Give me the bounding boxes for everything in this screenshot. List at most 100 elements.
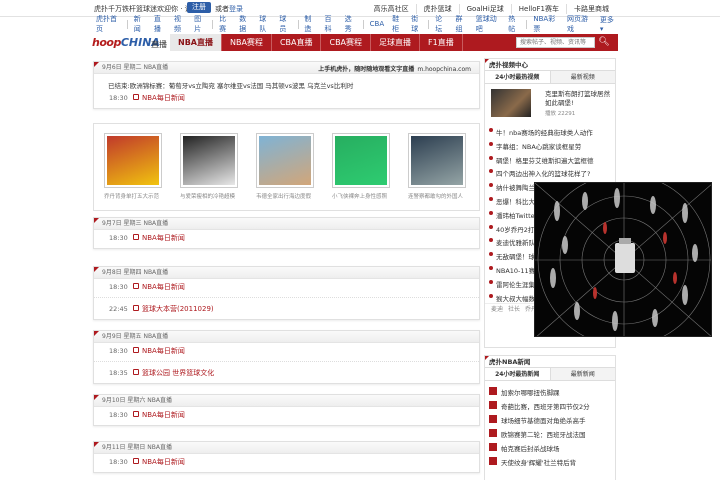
nav-link[interactable]: 球员 [275,14,295,34]
search-input[interactable] [516,37,595,48]
tab-live-3[interactable]: CBA赛程 [321,34,372,51]
news-title[interactable]: 球场细节基德面对角绝杀高手 [501,415,586,425]
nav-link[interactable]: 制造 [300,14,320,34]
site-link[interactable]: 高乐高社区 [367,4,416,14]
gallery-caption[interactable]: 乔丹背身单打五大示范 [104,192,166,200]
nba-news: 虎扑NBA新闻 24小时最热新闻 最新新闻 加索尔哪哪扭伤脚踝 奇葩比赛，西班牙第… [484,355,616,480]
gallery-caption[interactable]: 与爱荣瘦相的冷艳超模 [180,192,242,200]
nav-link[interactable]: 虎扑首页 [92,14,125,34]
gallery-photo[interactable] [104,133,162,188]
register-button[interactable]: 注册 [187,2,211,13]
nav-link[interactable]: NBA彩票 [529,14,563,34]
floating-ad[interactable] [534,182,712,337]
nav-link[interactable]: 热帖 [504,14,524,34]
site-link[interactable]: HelloF1赛车 [510,4,566,14]
tab-new-news[interactable]: 最新新闻 [551,368,616,380]
program-link[interactable]: NBA每日新闻 [142,282,185,292]
featured-video[interactable]: 克里斯布朗打篮球居然如此碉堡! 播放 22291 [485,84,615,124]
nav-link[interactable]: 百科 [321,14,341,34]
news-title[interactable]: 奇葩比赛，西班牙第四节仅2分 [501,401,590,411]
featured-video-thumbnail[interactable] [491,89,531,117]
logo[interactable]: hoopCHINA [92,36,160,50]
nav-link[interactable]: 鞋柜 [388,14,407,34]
news-title[interactable]: 欧锦赛第二轮：西班牙战法国 [501,429,586,439]
program-link[interactable]: NBA每日新闻 [142,457,185,467]
day-header: 9月11日 星期日 NBA直播 [94,442,479,454]
program-link[interactable]: NBA每日新闻 [142,410,185,420]
program-link[interactable]: NBA每日新闻 [142,93,185,103]
nav-link[interactable]: 篮球动吧 [472,14,504,34]
gallery-photo[interactable] [256,133,314,188]
nav-link[interactable]: 球队 [255,14,275,34]
video-list-item[interactable]: 牛！nba赛场的经典街球类人动作 [485,124,615,138]
video-list-item[interactable]: 碉堡！格里芬艾维斯扣遍大篮框德 [485,152,615,166]
program-link[interactable]: NBA每日新闻 [142,346,185,356]
match-results[interactable]: 已结束:欧洲锦标赛：葡萄牙vs立陶宛 塞尔维亚vs法国 马其顿vs波黑 乌克兰v… [94,74,479,90]
gallery-item[interactable]: 小飞侠裸奔上身性感照 [332,133,390,200]
schedule-day: 9月11日 星期日 NBA直播 18:30 NBA每日新闻 [93,441,480,473]
mobile-promo-label: 上手机虎扑，随时随地观看文字直播 [318,66,415,73]
video-footer-link[interactable]: 麦迪 [491,306,503,313]
gallery-item[interactable]: 韦德全家出行海边度假 [256,133,314,200]
tv-icon [133,458,139,464]
nav-link[interactable]: 图片 [190,14,210,34]
gallery-item[interactable]: 与爱荣瘦相的冷艳超模 [180,133,238,200]
news-list-item[interactable]: 奇葩比赛，西班牙第四节仅2分 [485,398,615,412]
mobile-promo[interactable]: 上手机虎扑，随时随地观看文字直播 m.hoopchina.com [318,64,471,76]
tab-live-0[interactable]: NBA直播 [170,34,222,51]
nav-more-dropdown[interactable]: 更多 ▾ [600,15,618,33]
news-list-item[interactable]: 帕克赛后封杀战球场 [485,440,615,454]
program-link[interactable]: 篮球公园 世界篮球文化 [142,368,214,378]
nav-link[interactable]: 街球 [407,14,426,34]
login-link[interactable]: 登录 [229,4,243,14]
gallery-caption[interactable]: 韦德全家出行海边度假 [256,192,318,200]
video-list-item[interactable]: 字幕组：NBA心跳家谈框星劳 [485,138,615,152]
news-list-item[interactable]: 天使纹身'辉耀'社兰特后背 [485,454,615,468]
news-title[interactable]: 加索尔哪哪扭伤脚踝 [501,387,560,397]
tv-icon [133,234,139,240]
nav-link[interactable]: 直播 [150,14,170,34]
site-link[interactable]: GoalHi足球 [458,4,511,14]
tab-live-4[interactable]: 足球直播 [371,34,421,51]
gallery-caption[interactable]: 小飞侠裸奔上身性感照 [332,192,394,200]
tab-hot-videos[interactable]: 24小时最热视频 [485,71,551,83]
nav-link[interactable]: CBA [366,20,388,28]
tab-live-5[interactable]: F1直播 [420,34,463,51]
gallery-item[interactable]: 连警察都敢勾的外国人 [408,133,466,200]
gallery-photo[interactable] [332,133,390,188]
program-link[interactable]: NBA每日新闻 [142,233,185,243]
video-title[interactable]: 字幕组：NBA心跳家谈框星劳 [496,141,581,151]
gallery-photo[interactable] [408,133,466,188]
news-list-item[interactable]: 欧锦赛第二轮：西班牙战法国 [485,426,615,440]
nav-link[interactable]: 新闻 [130,14,150,34]
search-icon[interactable]: 🔍︎ [596,36,612,49]
nav-link[interactable]: 数据 [235,14,255,34]
gallery-photo[interactable] [180,133,238,188]
tab-live-2[interactable]: CBA直播 [272,34,322,51]
video-title[interactable]: 四个两边出神入化的篮球花样了? [496,168,590,178]
gallery-item[interactable]: 乔丹背身单打五大示范 [104,133,162,200]
nav-link[interactable]: 网页游戏 [563,14,596,34]
nav-link[interactable]: 视频 [170,14,190,34]
tab-new-videos[interactable]: 最新视频 [551,71,616,83]
nav-link[interactable]: 选秀 [341,14,361,34]
site-link[interactable]: 虎扑篮球 [415,4,459,14]
gallery-caption[interactable]: 连警察都敢勾的外国人 [408,192,470,200]
nav-link[interactable]: 比赛 [215,14,235,34]
video-footer-link[interactable]: 社长 [508,306,520,313]
tab-live-1[interactable]: NBA赛程 [222,34,272,51]
program-link[interactable]: 篮球大本营(2011029) [142,304,214,314]
news-title[interactable]: 天使纹身'辉耀'社兰特后背 [501,457,576,467]
video-title[interactable]: 牛！nba赛场的经典街球类人动作 [496,127,593,137]
mobile-promo-url[interactable]: m.hoopchina.com [417,66,471,73]
video-list-item[interactable]: 四个两边出神入化的篮球花样了? [485,165,615,179]
video-title[interactable]: 碉堡！格里芬艾维斯扣遍大篮框德 [496,155,594,165]
nav-link[interactable]: 群组 [452,14,472,34]
news-list-item[interactable]: 球场细节基德面对角绝杀高手 [485,412,615,426]
nav-link[interactable]: 论坛 [431,14,451,34]
news-list-item[interactable]: 加索尔哪哪扭伤脚踝 [485,384,615,398]
site-link[interactable]: 卡路里商城 [566,4,616,14]
tab-hot-news[interactable]: 24小时最热新闻 [485,368,551,380]
news-title[interactable]: 帕克赛后封杀战球场 [501,443,560,453]
featured-video-title[interactable]: 克里斯布朗打篮球居然如此碉堡! [545,90,615,108]
